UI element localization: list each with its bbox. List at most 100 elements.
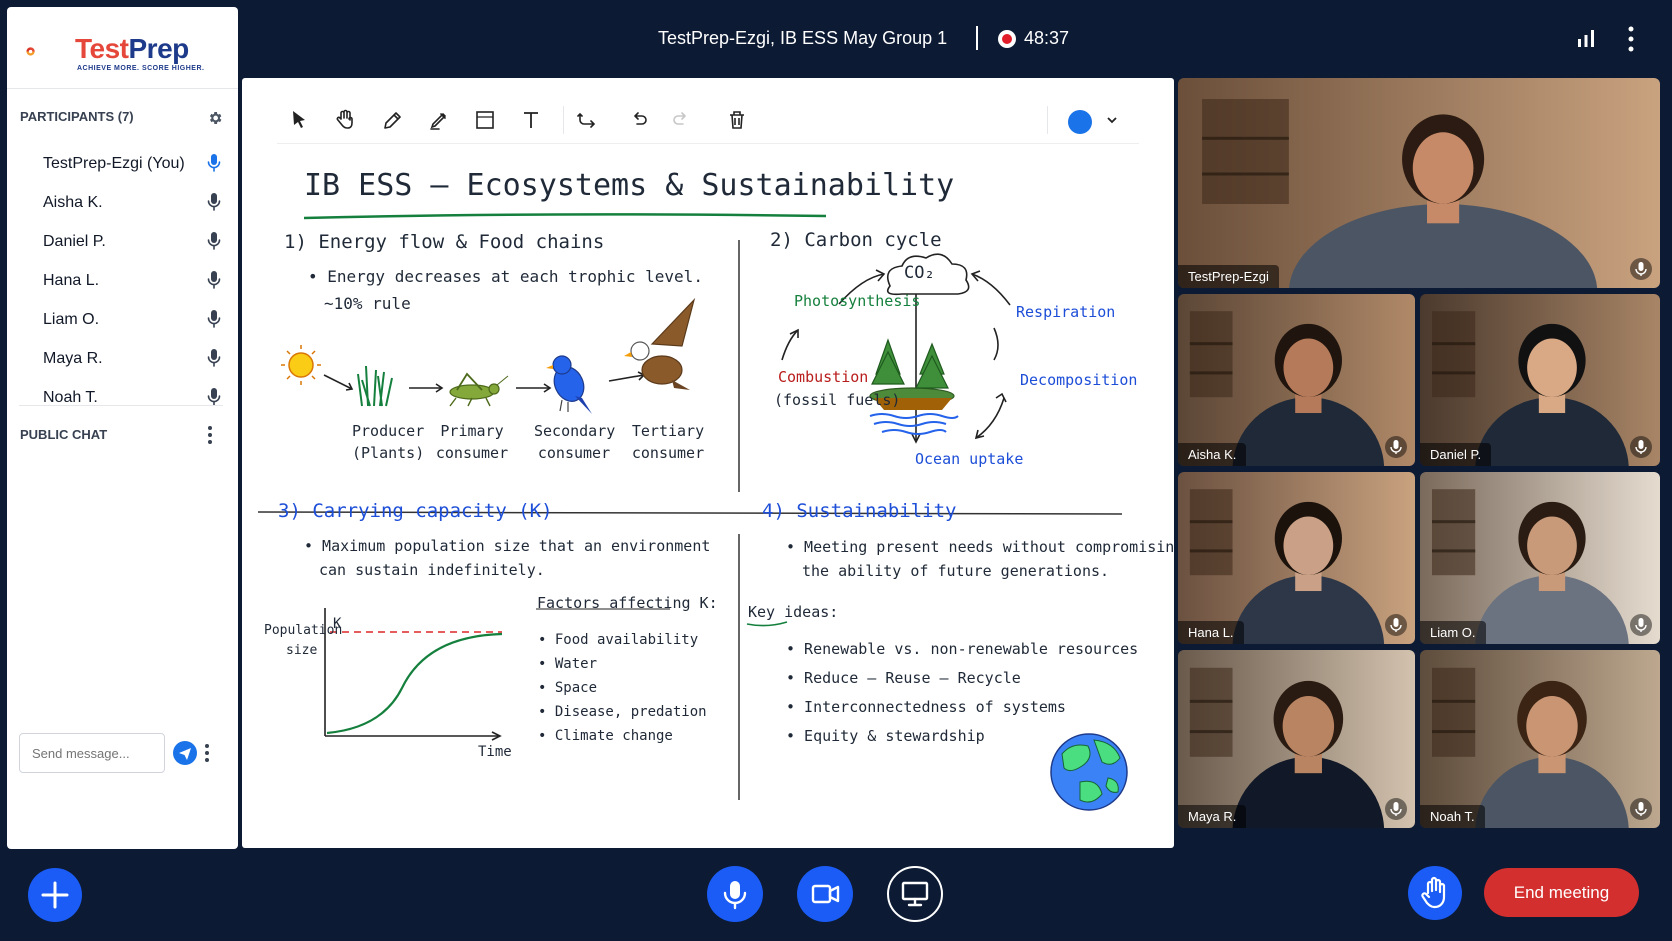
microphone-icon[interactable] xyxy=(207,387,221,407)
population-axis-label-2: size xyxy=(286,643,318,658)
video-participant-name: Noah T. xyxy=(1420,805,1485,828)
whiteboard[interactable]: IB ESS – Ecosystems & Sustainability 1) … xyxy=(242,78,1174,848)
video-participant-name: TestPrep-Ezgi xyxy=(1178,265,1279,288)
connection-stats-icon[interactable] xyxy=(1576,28,1596,48)
video-tile[interactable]: TestPrep-Ezgi xyxy=(1178,78,1660,288)
video-participant-name: Liam O. xyxy=(1420,621,1486,644)
carrying-capacity-graph xyxy=(324,608,503,741)
microphone-icon xyxy=(1385,436,1407,458)
list-item: • Climate change xyxy=(538,728,673,744)
send-icon xyxy=(179,748,191,760)
chat-input-options-icon[interactable] xyxy=(204,743,210,763)
participant-video xyxy=(1178,78,1660,288)
end-meeting-button[interactable]: End meeting xyxy=(1484,868,1639,917)
chat-options-icon[interactable] xyxy=(207,425,213,445)
microphone-button[interactable] xyxy=(707,866,763,922)
participant-name: Maya R. xyxy=(43,350,103,367)
microphone-icon[interactable] xyxy=(207,192,221,212)
more-options-icon[interactable] xyxy=(1628,26,1634,52)
sidebar: TestPrep ACHIEVE MORE. SCORE HIGHER. PAR… xyxy=(7,7,238,849)
title-underline xyxy=(303,213,827,220)
brand-name: TestPrep xyxy=(75,33,189,64)
hand-icon xyxy=(1421,876,1446,909)
camera-button[interactable] xyxy=(797,866,853,922)
s1-bullet2: ~10% rule xyxy=(324,294,411,313)
participant-name: Liam O. xyxy=(43,311,100,328)
producer-label: Producer (Plants) xyxy=(352,422,425,462)
microphone-icon[interactable] xyxy=(207,348,221,368)
gear-icon[interactable] xyxy=(207,110,223,126)
list-item: • Food availability xyxy=(538,632,699,648)
participant-video xyxy=(1178,650,1415,828)
whiteboard-title: IB ESS – Ecosystems & Sustainability xyxy=(304,168,955,203)
participant-name: Aisha K. xyxy=(43,194,103,211)
participant-item[interactable]: Daniel P. xyxy=(7,225,238,264)
participant-video xyxy=(1178,294,1415,466)
microphone-icon[interactable] xyxy=(207,231,221,251)
microphone-icon xyxy=(1630,258,1652,280)
participant-item[interactable]: Hana L. xyxy=(7,264,238,303)
microphone-icon xyxy=(1385,614,1407,636)
population-axis-label: Population xyxy=(264,623,343,638)
list-item: • Reduce – Reuse – Recycle xyxy=(786,669,1021,687)
list-item: • Equity & stewardship xyxy=(786,727,985,745)
top-bar: TestPrep-Ezgi, IB ESS May Group 1 48:37 xyxy=(240,0,1672,78)
factors-title: Factors affecting K: xyxy=(537,594,718,612)
sidebar-divider xyxy=(19,405,223,406)
grass-icon xyxy=(357,365,393,407)
participant-video xyxy=(1420,472,1660,644)
sidebar-divider xyxy=(7,88,238,89)
participant-video xyxy=(1178,472,1415,644)
microphone-icon[interactable] xyxy=(207,270,221,290)
list-item: • Interconnectedness of systems xyxy=(786,698,1066,716)
add-button[interactable] xyxy=(28,868,82,922)
video-tile[interactable]: Liam O. xyxy=(1420,472,1660,644)
k-label: K xyxy=(333,616,342,632)
meeting-title: TestPrep-Ezgi, IB ESS May Group 1 xyxy=(658,28,948,48)
participant-name: TestPrep-Ezgi (You) xyxy=(43,155,185,172)
microphone-icon[interactable] xyxy=(207,153,221,173)
grasshopper-icon xyxy=(449,372,509,407)
record-icon xyxy=(998,30,1016,48)
decomposition-label: Decomposition xyxy=(1020,371,1138,389)
participants-header: PARTICIPANTS (7) xyxy=(20,109,134,124)
video-tile[interactable]: Maya R. xyxy=(1178,650,1415,828)
tertiary-label: Tertiary consumer xyxy=(631,422,705,462)
participant-item[interactable]: Aisha K. xyxy=(7,186,238,225)
video-tile[interactable]: Noah T. xyxy=(1420,650,1660,828)
video-participant-name: Hana L. xyxy=(1178,621,1244,644)
video-tile[interactable]: Aisha K. xyxy=(1178,294,1415,466)
s1-heading: 1) Energy flow & Food chains xyxy=(284,231,605,253)
participant-video xyxy=(1420,650,1660,828)
participant-name: Hana L. xyxy=(43,272,100,289)
brand-tagline: ACHIEVE MORE. SCORE HIGHER. xyxy=(77,65,205,72)
fossil-fuels-label: (fossil fuels) xyxy=(774,391,901,409)
video-tile[interactable]: Daniel P. xyxy=(1420,294,1660,466)
participant-item[interactable]: TestPrep-Ezgi (You) xyxy=(7,147,238,186)
list-item: • Space xyxy=(538,680,598,696)
send-message-button[interactable] xyxy=(173,741,197,765)
participant-item[interactable]: Noah T. xyxy=(7,381,238,420)
video-participant-name: Daniel P. xyxy=(1420,443,1492,466)
video-camera-icon xyxy=(811,884,840,904)
time-axis-label: Time xyxy=(478,744,512,760)
participant-item[interactable]: Maya R. xyxy=(7,342,238,381)
record-timer: 48:37 xyxy=(1024,28,1070,48)
plus-icon xyxy=(41,881,69,909)
microphone-icon xyxy=(723,881,747,910)
screen-share-icon xyxy=(901,881,929,907)
raise-hand-button[interactable] xyxy=(1408,866,1462,920)
title-divider xyxy=(976,26,978,50)
s4-bullet1: • Meeting present needs without compromi… xyxy=(786,538,1174,556)
microphone-icon[interactable] xyxy=(207,309,221,329)
bluebird-icon xyxy=(546,355,592,414)
video-participant-name: Maya R. xyxy=(1178,805,1247,828)
island-icon xyxy=(869,338,959,435)
screen-share-button[interactable] xyxy=(887,866,943,922)
chat-message-input[interactable] xyxy=(19,733,165,773)
video-tile[interactable]: Hana L. xyxy=(1178,472,1415,644)
participant-item[interactable]: Liam O. xyxy=(7,303,238,342)
s3-bullet2: can sustain indefinitely. xyxy=(319,561,545,579)
s1-bullet1: • Energy decreases at each trophic level… xyxy=(308,267,703,286)
s4-heading: 4) Sustainability xyxy=(762,500,957,522)
